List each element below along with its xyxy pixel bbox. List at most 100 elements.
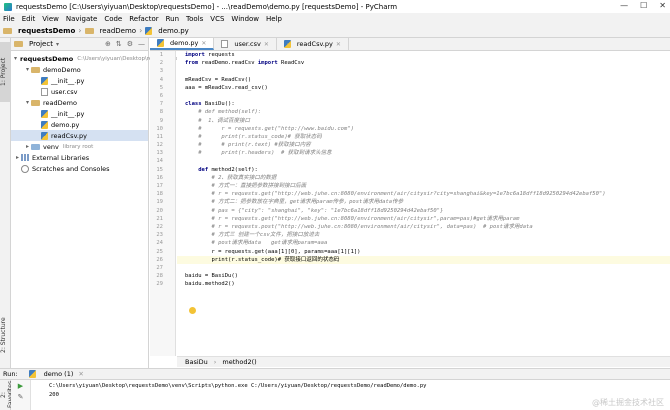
line-number: 13: [156, 150, 163, 157]
menu-item-help[interactable]: Help: [266, 15, 282, 23]
rerun-icon[interactable]: ▶: [18, 382, 23, 390]
project-view-label[interactable]: Project: [29, 40, 53, 48]
tree-item[interactable]: __init__.py: [11, 108, 148, 119]
code-line: # print(r.headers) # 获取到请求头信息: [198, 150, 332, 157]
tree-item-label: venv: [43, 142, 59, 151]
editor-breadcrumb-bar: BasiDu › method2(): [177, 356, 670, 367]
hide-icon[interactable]: —: [138, 40, 145, 48]
code-line: class BasiDu():: [185, 101, 235, 108]
left-tool-strip-bottom: 2: Favorites: [0, 380, 14, 410]
tree-item[interactable]: ▾ requestsDemo C:\Users\yiyuan\Desktop\req…: [11, 53, 187, 64]
line-number: 21: [156, 215, 163, 222]
line-number: 1: [159, 52, 163, 58]
folder-icon: [31, 66, 40, 73]
collapse-icon[interactable]: ⇅: [116, 40, 122, 48]
project-panel: Project ▾ ⊕ ⇅ ⚙ — ▾ requestsDemo C:\Users\…: [11, 38, 187, 368]
tree-item[interactable]: ▾ readDemo: [11, 97, 148, 108]
chevron-down-icon[interactable]: ▾: [56, 41, 59, 48]
breadcrumb-method[interactable]: method2(): [222, 358, 256, 366]
code-line: # r = requests.get("http://web.juhe.cn:8…: [211, 191, 606, 198]
menu-item-view[interactable]: View: [42, 15, 59, 23]
lightbulb-icon[interactable]: [189, 307, 196, 314]
menu-item-refactor[interactable]: Refactor: [129, 15, 158, 23]
python-file-icon: [283, 40, 291, 48]
code-line: # 方式三 创建一个csv文件，把接口放进去: [211, 232, 320, 239]
menu-bar: File Edit View Navigate Code Refactor Run Tools…: [0, 13, 670, 24]
tree-item-label: demoDemo: [43, 65, 81, 74]
console-output[interactable]: C:\Users\yiyuan\Desktop\requestsDemo\ven…: [31, 380, 670, 410]
wrench-icon[interactable]: ✎: [18, 393, 24, 401]
line-number: 17: [156, 183, 163, 189]
menu-item-tools[interactable]: Tools: [186, 15, 203, 23]
code-line: # pas = {"city": "shanghai", "key": "1e7…: [211, 207, 444, 214]
chevron-down-icon[interactable]: ▾: [14, 55, 17, 62]
close-tab-icon[interactable]: ✕: [264, 41, 269, 48]
minimize-icon[interactable]: —: [620, 1, 628, 10]
gear-icon[interactable]: ⚙: [127, 40, 133, 48]
code-line: baidu.method2(): [185, 281, 235, 288]
run-tab[interactable]: demo (1): [44, 370, 74, 378]
structure-tool-tab[interactable]: 2: Structure: [0, 308, 11, 363]
breadcrumb-project[interactable]: requestsDemo: [18, 27, 75, 35]
line-number: 25: [156, 248, 163, 255]
line-number: 14: [156, 158, 163, 165]
editor-tab[interactable]: readCsv.py ✕: [277, 38, 349, 50]
line-number: 24: [156, 240, 163, 247]
menu-item-vcs[interactable]: VCS: [210, 15, 224, 23]
code-line: print(r.status_code)# 获取接口返回的状态码: [177, 255, 670, 264]
tree-item[interactable]: readCsv.py: [11, 130, 148, 141]
code-line: r = requests.get(aaa[1][0], params=aaa[1…: [185, 248, 361, 255]
breadcrumb-class[interactable]: BasiDu: [185, 358, 208, 366]
code-line: # r = requests.get("http://www.baidu.com…: [198, 125, 354, 132]
favorites-tool-tab[interactable]: 2: Favorites: [0, 380, 14, 410]
tree-item[interactable]: ▾ demoDemo: [11, 64, 148, 75]
chevron-right-icon[interactable]: ▸: [14, 154, 21, 161]
tree-item[interactable]: __init__.py: [11, 75, 148, 86]
close-tab-icon[interactable]: ✕: [336, 41, 341, 48]
chevron-down-icon[interactable]: ▾: [24, 66, 31, 73]
project-tool-tab[interactable]: 1: Project: [0, 42, 11, 102]
tree-item[interactable]: Scratches and Consoles: [11, 163, 148, 174]
project-view-icon: [14, 41, 23, 47]
editor-tab[interactable]: user.csv ✕: [214, 38, 277, 50]
line-number: 2: [159, 60, 163, 67]
window-title: requestsDemo [C:\Users\yiyuan\Desktop\re…: [16, 2, 398, 11]
editor-tab-label: user.csv: [234, 40, 261, 48]
breadcrumb-file[interactable]: demo.py: [158, 27, 189, 35]
tree-item[interactable]: user.csv: [11, 86, 148, 97]
close-tab-icon[interactable]: ✕: [201, 40, 206, 47]
menu-item-file[interactable]: File: [3, 15, 15, 23]
editor-tab-label: demo.py: [170, 39, 199, 47]
menu-item-navigate[interactable]: Navigate: [66, 15, 97, 23]
code-line: # r = requests.get("http://web.juhe.cn:8…: [211, 215, 520, 222]
tree-item[interactable]: ▸ External Libraries: [11, 152, 148, 163]
chevron-down-icon[interactable]: ▾: [24, 99, 31, 106]
tree-item[interactable]: demo.py: [11, 119, 148, 130]
close-icon[interactable]: ✕: [78, 370, 83, 378]
tree-item-label: Scratches and Consoles: [32, 164, 110, 173]
scratch-icon: [21, 164, 29, 173]
menu-item-window[interactable]: Window: [231, 15, 259, 23]
python-file-icon: [41, 120, 48, 129]
menu-item-edit[interactable]: Edit: [22, 15, 36, 23]
menu-item-code[interactable]: Code: [104, 15, 122, 23]
folder-icon: [31, 99, 40, 106]
chevron-right-icon: ›: [213, 358, 217, 366]
editor-tab[interactable]: demo.py ✕: [150, 38, 215, 50]
folder-icon: [31, 143, 40, 150]
code-line: # # print(r.text) #获取接口内容: [198, 142, 311, 149]
maximize-icon[interactable]: ☐: [640, 1, 647, 10]
code-editor[interactable]: import requests from readDemo.readCsv imp…: [177, 51, 670, 356]
target-icon[interactable]: ⊕: [105, 40, 111, 48]
chevron-right-icon[interactable]: ▸: [24, 143, 31, 150]
line-number: 9: [159, 117, 163, 124]
line-number: 10: [156, 125, 163, 132]
line-number: 29: [156, 281, 163, 288]
menu-item-run[interactable]: Run: [166, 15, 179, 23]
close-icon[interactable]: ✕: [659, 1, 666, 10]
tree-item[interactable]: ▸ venv library root: [11, 141, 148, 152]
breadcrumb-folder[interactable]: readDemo: [100, 27, 137, 35]
chevron-right-icon: ›: [139, 26, 143, 35]
